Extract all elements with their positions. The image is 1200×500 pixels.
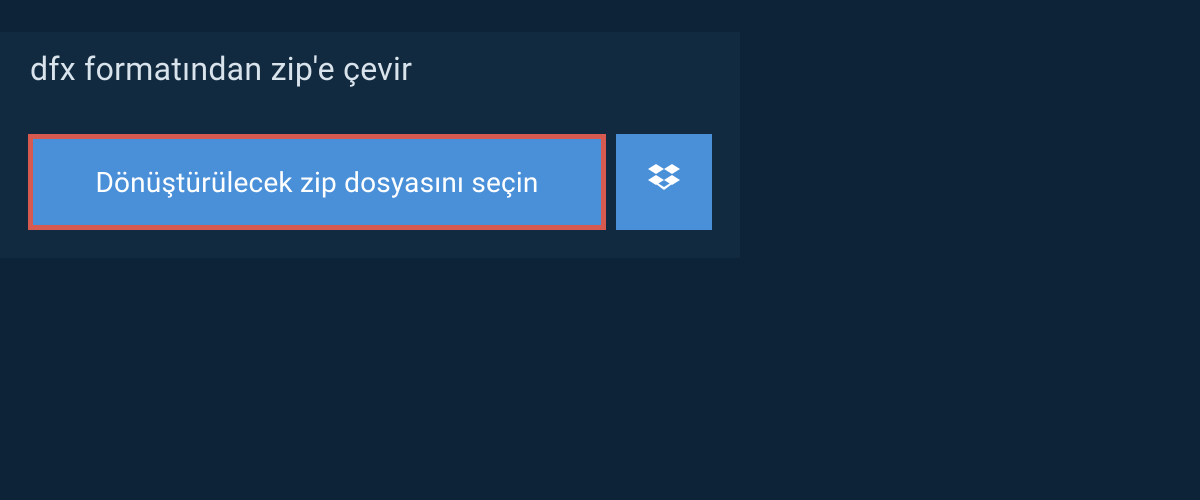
page-title: dfx formatından zip'e çevir [30, 50, 412, 88]
dropbox-button[interactable] [616, 134, 712, 230]
choose-file-button[interactable]: Dönüştürülecek zip dosyasını seçin [28, 134, 606, 230]
dropbox-icon [644, 160, 684, 204]
converter-panel: dfx formatından zip'e çevir Dönüştürülec… [0, 32, 740, 258]
upload-row: Dönüştürülecek zip dosyasını seçin [0, 106, 740, 258]
tab-header: dfx formatından zip'e çevir [0, 32, 442, 106]
choose-file-label: Dönüştürülecek zip dosyasını seçin [95, 166, 538, 199]
